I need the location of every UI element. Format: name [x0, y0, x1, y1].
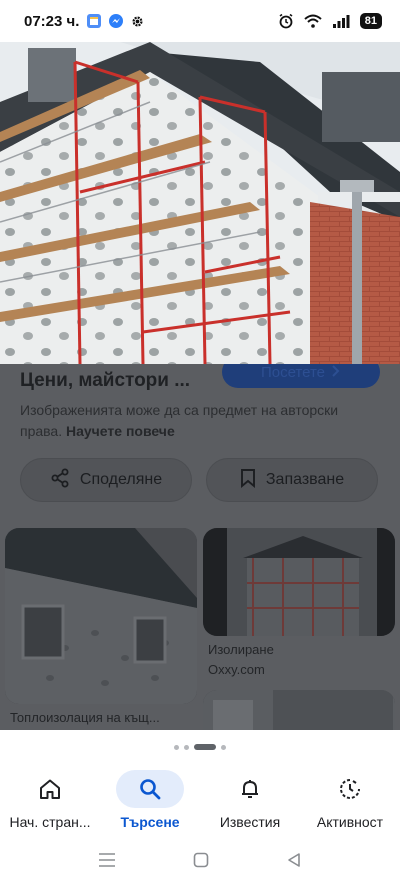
related-source: Oxxy.com	[208, 662, 265, 677]
visit-label: Посетете	[260, 364, 326, 381]
nav-activity-label: Активност	[316, 814, 384, 830]
pager-dot[interactable]	[221, 744, 226, 750]
calendar-app-icon	[87, 14, 102, 28]
nav-home-label: Нач. стран...	[9, 814, 91, 830]
nav-activity[interactable]: Активност	[300, 764, 400, 836]
alarm-icon	[278, 13, 294, 29]
system-navigation-bar	[0, 836, 400, 889]
nav-search-label: Търсене	[120, 814, 180, 830]
activity-icon	[316, 770, 384, 808]
home-icon	[16, 770, 84, 808]
learn-more-link[interactable]: Научете повече	[66, 423, 175, 439]
pager-dot-active[interactable]	[194, 744, 216, 750]
save-button[interactable]: Запазване	[206, 458, 378, 502]
nav-home[interactable]: Нач. стран...	[0, 764, 100, 836]
recents-icon[interactable]	[98, 852, 116, 873]
wifi-icon	[304, 14, 322, 28]
pager-dot[interactable]	[184, 744, 189, 750]
battery-icon: 81	[359, 13, 382, 29]
home-button-icon[interactable]	[193, 852, 209, 873]
bell-icon	[216, 770, 284, 808]
nav-notifications[interactable]: Известия	[200, 764, 300, 836]
pager-dot[interactable]	[174, 744, 179, 750]
status-bar: 07:23 ч. 81	[0, 0, 400, 42]
share-button[interactable]: Споделяне	[20, 458, 192, 502]
messenger-icon	[109, 14, 124, 28]
nav-search[interactable]: Търсене	[100, 764, 200, 836]
image-details-panel: Посетете Цени, майстори ... Изображеният…	[0, 364, 400, 730]
back-icon[interactable]	[286, 852, 302, 873]
visit-button[interactable]: Посетете	[222, 364, 380, 388]
house-scaffolding-insulation-image[interactable]	[0, 42, 400, 364]
related-image-card[interactable]	[203, 690, 395, 730]
search-icon	[116, 770, 184, 808]
bottom-navigation: Нач. стран... Търсене Известия Активност	[0, 764, 400, 836]
settings-gear-icon	[131, 15, 144, 28]
signal-icon	[332, 14, 350, 28]
result-title[interactable]: Цени, майстори ...	[20, 370, 190, 392]
share-icon	[50, 468, 70, 493]
nav-notifications-label: Известия	[219, 814, 281, 830]
save-label: Запазване	[265, 471, 345, 488]
related-image-card[interactable]	[203, 528, 395, 636]
status-time: 07:23 ч.	[24, 12, 80, 30]
share-label: Споделяне	[79, 471, 163, 488]
image-pager	[0, 730, 400, 764]
chevron-right-icon	[331, 364, 341, 381]
related-image-card[interactable]	[5, 528, 197, 704]
related-caption[interactable]: Изолиране	[208, 642, 274, 657]
related-caption[interactable]: Топлоизолация на къщ...	[10, 710, 160, 725]
bookmark-icon	[240, 468, 256, 493]
copyright-notice: Изображенията може да са предмет на авто…	[20, 400, 380, 442]
